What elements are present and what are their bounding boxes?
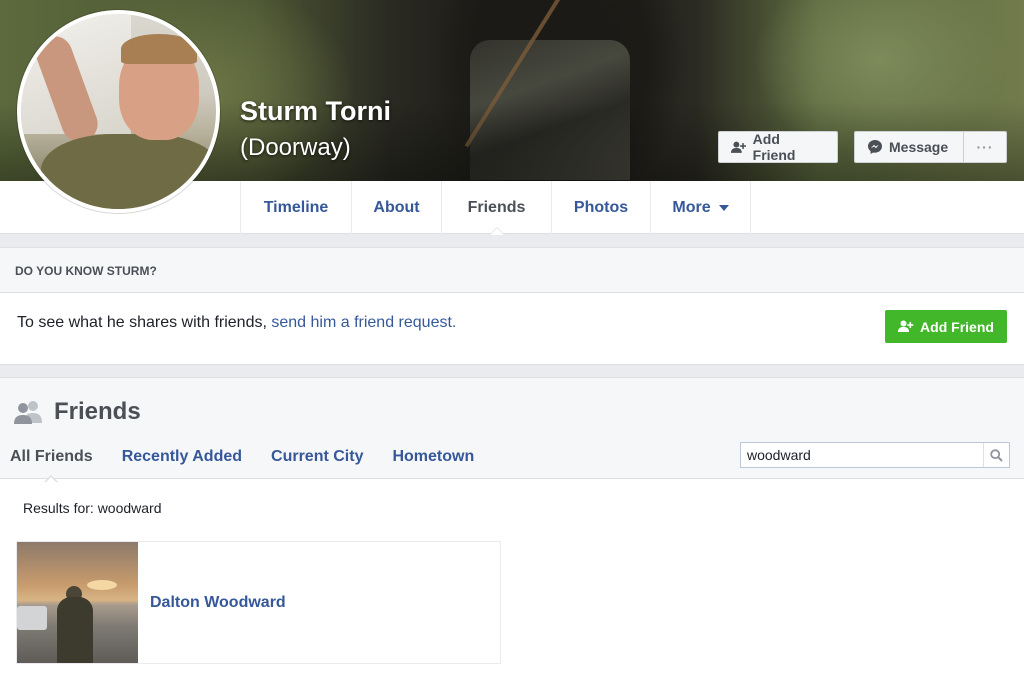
search-button[interactable] — [983, 443, 1009, 467]
tab-timeline[interactable]: Timeline — [240, 181, 351, 234]
friends-section: Friends All Friends Recently Added Curre… — [0, 377, 1024, 676]
tab-more[interactable]: More — [650, 181, 751, 234]
more-options-icon: ··· — [976, 139, 994, 155]
friend-name-link[interactable]: Dalton Woodward — [150, 594, 286, 612]
do-you-know-message: To see what he shares with friends, — [17, 314, 272, 331]
tab-recently-added[interactable]: Recently Added — [122, 448, 242, 466]
avatar-hair — [121, 34, 197, 64]
tab-friends[interactable]: Friends — [441, 181, 551, 235]
profile-picture[interactable] — [17, 10, 220, 213]
tab-label: Friends — [467, 198, 526, 216]
profile-picture-image — [21, 14, 216, 209]
caret-down-icon — [718, 204, 729, 211]
do-you-know-heading: DO YOU KNOW STURM? — [0, 248, 1024, 293]
add-friend-button[interactable]: Add Friend — [718, 131, 838, 163]
tab-label: Timeline — [263, 198, 329, 216]
friends-title-text: Friends — [54, 398, 141, 425]
profile-alternate-name: (Doorway) — [240, 134, 351, 161]
add-friend-green-label: Add Friend — [920, 318, 994, 335]
tab-about[interactable]: About — [351, 181, 441, 234]
photo-vehicle — [17, 606, 47, 630]
add-friend-label: Add Friend — [752, 131, 796, 163]
tab-hometown[interactable]: Hometown — [392, 448, 474, 466]
friend-card: Dalton Woodward — [16, 541, 501, 664]
message-label: Message — [889, 139, 949, 155]
messenger-icon — [868, 140, 882, 154]
message-button[interactable]: Message — [854, 131, 964, 163]
profile-tabs: Timeline About Friends Photos More — [240, 181, 751, 235]
add-friend-green-button[interactable]: Add Friend — [885, 310, 1007, 343]
do-you-know-text: To see what he shares with friends, send… — [17, 314, 456, 332]
search-icon — [990, 448, 1003, 462]
friends-title: Friends — [14, 398, 141, 426]
send-friend-request-link[interactable]: send him a friend request. — [271, 314, 456, 331]
tab-label: About — [373, 198, 420, 216]
avatar-shirt — [41, 134, 216, 209]
photo-person-body — [57, 597, 93, 663]
tab-current-city[interactable]: Current City — [271, 448, 363, 466]
friends-header: Friends All Friends Recently Added Curre… — [0, 378, 1024, 483]
tab-label: More — [672, 198, 711, 216]
tab-photos[interactable]: Photos — [551, 181, 650, 234]
more-options-button[interactable]: ··· — [963, 131, 1007, 163]
tab-label: Photos — [573, 198, 629, 216]
friend-photo[interactable] — [17, 542, 138, 663]
add-friend-icon — [898, 320, 914, 332]
results-label: Results for: woodward — [23, 500, 162, 516]
profile-name[interactable]: Sturm Torni — [240, 96, 391, 127]
photo-sunset — [87, 580, 117, 590]
add-friend-icon — [731, 141, 746, 153]
friends-icon — [14, 401, 42, 424]
friends-filter-tabs: All Friends Recently Added Current City … — [10, 448, 503, 483]
tab-all-friends[interactable]: All Friends — [10, 448, 93, 483]
friends-search-box — [740, 442, 1010, 468]
friends-search-input[interactable] — [741, 443, 983, 467]
do-you-know-box: DO YOU KNOW STURM? To see what he shares… — [0, 247, 1024, 365]
